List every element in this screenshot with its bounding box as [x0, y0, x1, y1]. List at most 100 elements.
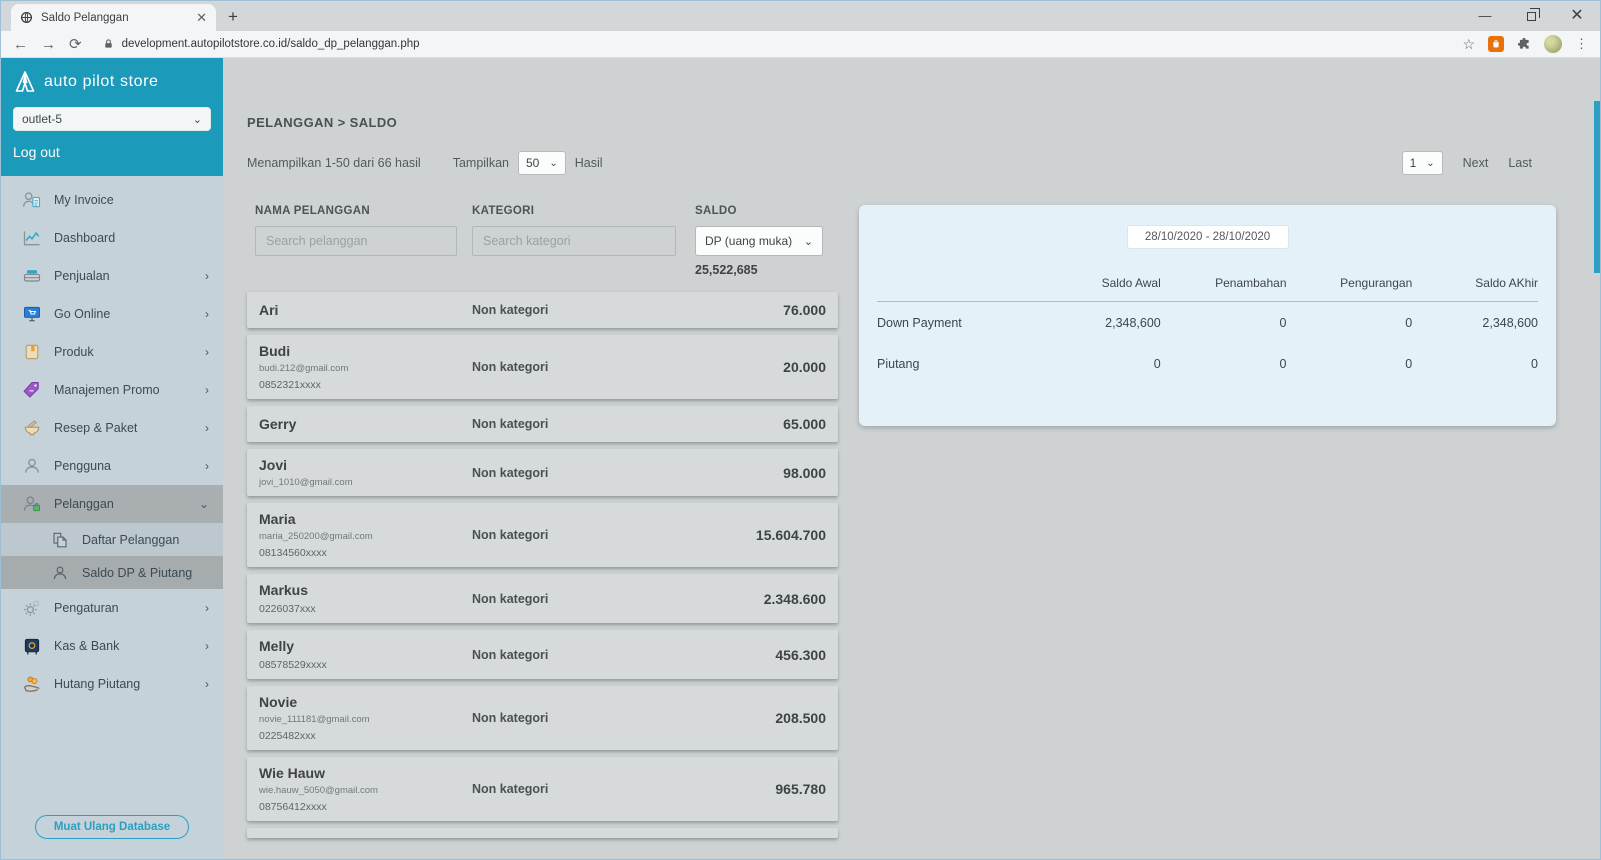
extensions-puzzle-icon[interactable] [1517, 37, 1531, 51]
tab-close-icon[interactable]: ✕ [196, 10, 207, 26]
tab-strip: Saldo Pelanggan ✕ + — ✕ [1, 1, 1600, 31]
customer-row[interactable]: AriNon kategori76.000 [247, 292, 838, 328]
chevron-down-icon: ⌄ [193, 113, 202, 126]
customer-info: Markus0226037xxx [259, 582, 472, 615]
sidebar-item-produk[interactable]: Produk› [1, 333, 223, 371]
sidebar-item-resep-paket[interactable]: Resep & Paket› [1, 409, 223, 447]
browser-tab[interactable]: Saldo Pelanggan ✕ [11, 4, 216, 31]
customer-name: Ari [259, 302, 472, 318]
tampilkan-label: Tampilkan [453, 156, 509, 170]
sidebar-item-pengaturan[interactable]: Pengaturan› [1, 589, 223, 627]
sidebar-item-pengguna[interactable]: Pengguna› [1, 447, 223, 485]
profile-avatar[interactable] [1544, 35, 1562, 53]
outlet-select[interactable]: outlet-5 ⌄ [13, 107, 211, 131]
search-kategori-input[interactable] [472, 226, 676, 256]
monitor-icon [21, 304, 43, 324]
customer-saldo: 15.604.700 [695, 527, 826, 543]
sidebar-item-dashboard[interactable]: Dashboard [1, 219, 223, 257]
customer-row[interactable]: Markus0226037xxxNon kategori2.348.600 [247, 574, 838, 623]
customer-phone: 0225482xxx [259, 730, 472, 742]
customer-row[interactable]: Melly08578529xxxxNon kategori456.300 [247, 630, 838, 679]
customer-row[interactable]: Jovijovi_1010@gmail.comNon kategori98.00… [247, 449, 838, 496]
chevron-right-icon: › [205, 677, 209, 691]
summary-rows: Down Payment2,348,600002,348,600Piutang0… [877, 302, 1538, 384]
lock-icon [103, 38, 114, 50]
logout-link[interactable]: Log out [13, 144, 211, 160]
customer-row[interactable]: GerryNon kategori65.000 [247, 406, 838, 442]
back-icon[interactable]: ← [13, 36, 28, 53]
page-number-select[interactable]: 1 ⌄ [1402, 151, 1443, 175]
search-pelanggan-input[interactable] [255, 226, 457, 256]
customer-phone: 0852321xxxx [259, 379, 472, 391]
sidebar-item-manajemen-promo[interactable]: Manajemen Promo› [1, 371, 223, 409]
column-kategori: KATEGORI [472, 205, 695, 217]
sidebar-item-label: Dashboard [54, 231, 115, 245]
last-page-link[interactable]: Last [1508, 156, 1532, 170]
customer-list: NAMA PELANGGAN KATEGORI SALDO DP (uang m… [247, 205, 838, 838]
close-button[interactable]: ✕ [1554, 1, 1600, 31]
customer-saldo: 456.300 [695, 647, 826, 663]
sidebar-item-kas-bank[interactable]: Kas & Bank› [1, 627, 223, 665]
summary-value: 0 [1287, 316, 1413, 330]
customer-category: Non kategori [472, 648, 695, 662]
breadcrumb: PELANGGAN > SALDO [247, 115, 1600, 130]
invoice-icon [21, 190, 43, 210]
customer-row[interactable]: Budibudi.212@gmail.com0852321xxxxNon kat… [247, 335, 838, 399]
bookmark-star-icon[interactable]: ☆ [1462, 36, 1475, 53]
pagination: 1 ⌄ Next Last [1402, 151, 1532, 175]
customer-name: Novie [259, 694, 472, 710]
customer-info: Budibudi.212@gmail.com0852321xxxx [259, 343, 472, 391]
sidebar-item-label: Pelanggan [54, 497, 114, 511]
documents-icon [49, 531, 71, 549]
new-tab-button[interactable]: + [228, 7, 238, 27]
sidebar-item-go-online[interactable]: Go Online › [1, 295, 223, 333]
reload-database-button[interactable]: Muat Ulang Database [35, 815, 189, 839]
sidebar-item-my-invoice[interactable]: My Invoice [1, 181, 223, 219]
sidebar-item-label: Pengguna [54, 459, 111, 473]
sidebar-subitem-saldo-dp-piutang[interactable]: Saldo DP & Piutang [1, 556, 223, 589]
chevron-right-icon: › [205, 307, 209, 321]
reload-icon[interactable]: ⟳ [69, 35, 82, 53]
saldo-type-select[interactable]: DP (uang muka) ⌄ [695, 226, 823, 256]
safe-icon [21, 636, 43, 656]
sidebar-item-label: Hutang Piutang [54, 677, 140, 691]
customer-phone: 08756412xxxx [259, 801, 472, 813]
sidebar-item-label: Go Online [54, 307, 110, 321]
summary-row-piutang: Piutang0000 [877, 343, 1538, 384]
store-extension-icon[interactable] [1488, 36, 1504, 52]
customer-row[interactable]: Wie Hauwwie.hauw_5050@gmail.com08756412x… [247, 757, 838, 821]
user-icon [21, 456, 43, 476]
date-range-input[interactable]: 28/10/2020 - 28/10/2020 [1127, 225, 1289, 249]
chevron-right-icon: › [205, 421, 209, 435]
customer-row[interactable]: Mariamaria_250200@gmail.com08134560xxxxN… [247, 503, 838, 567]
chevron-right-icon: › [205, 601, 209, 615]
browser-menu-icon[interactable]: ⋮ [1575, 36, 1588, 52]
globe-favicon-icon [20, 11, 33, 24]
sidebar-item-hutang-piutang[interactable]: Hutang Piutang › [1, 665, 223, 703]
sidebar-subitem-label: Saldo DP & Piutang [82, 566, 192, 580]
customer-row[interactable]: Novienovie_111181@gmail.com0225482xxxNon… [247, 686, 838, 750]
browser-toolbar: ← → ⟳ development.autopilotstore.co.id/s… [1, 31, 1600, 58]
sidebar-item-pelanggan[interactable]: Pelanggan⌄ [1, 485, 223, 523]
next-page-link[interactable]: Next [1463, 156, 1489, 170]
sidebar-subitem-daftar-pelanggan[interactable]: Daftar Pelanggan [1, 523, 223, 556]
forward-icon[interactable]: → [41, 36, 56, 53]
customer-phone: 0226037xxx [259, 603, 472, 615]
list-header: NAMA PELANGGAN KATEGORI SALDO DP (uang m… [247, 205, 838, 277]
gear-icon [21, 598, 43, 618]
page-scrollbar-thumb[interactable] [1594, 101, 1600, 273]
customer-saldo: 98.000 [695, 465, 826, 481]
minimize-button[interactable]: — [1462, 1, 1508, 31]
restore-button[interactable] [1508, 1, 1554, 31]
tab-title: Saldo Pelanggan [41, 12, 188, 24]
customer-saldo: 65.000 [695, 416, 826, 432]
customer-category: Non kategori [472, 592, 695, 606]
summary-row-down-payment: Down Payment2,348,600002,348,600 [877, 302, 1538, 343]
customer-category: Non kategori [472, 528, 695, 542]
sidebar-item-label: Penjualan [54, 269, 110, 283]
sidebar-subitem-label: Daftar Pelanggan [82, 533, 179, 547]
page-size-select[interactable]: 50 ⌄ [518, 151, 566, 175]
customer-row-partial[interactable] [247, 828, 838, 838]
sidebar-item-penjualan[interactable]: Penjualan› [1, 257, 223, 295]
address-bar[interactable]: development.autopilotstore.co.id/saldo_d… [95, 38, 1450, 50]
